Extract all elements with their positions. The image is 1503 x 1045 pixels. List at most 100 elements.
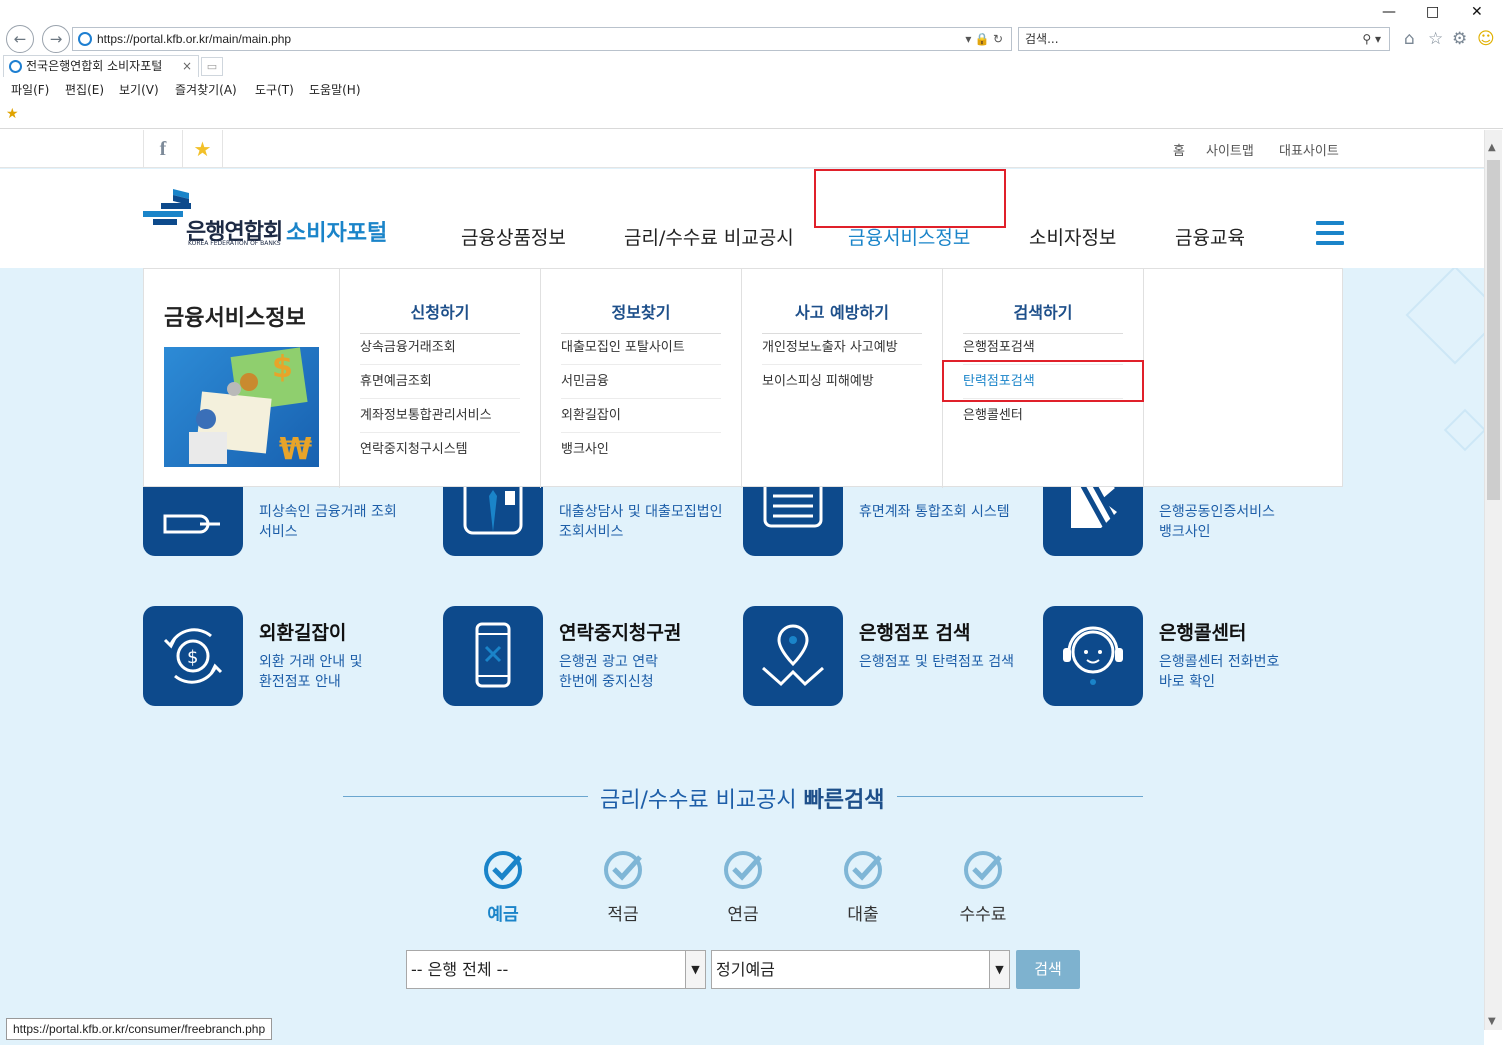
tile-title[interactable]: 연락중지청구권 bbox=[559, 618, 681, 645]
vertical-scrollbar[interactable]: ▲ ▼ bbox=[1484, 130, 1502, 1030]
mega-col-apply: 신청하기 상속금융거래조회 휴면예금조회 계좌정보통합관리서비스 연락중지청구시… bbox=[339, 269, 540, 488]
bank-select-value: -- 은행 전체 -- bbox=[411, 960, 509, 979]
product-select[interactable]: 정기예금 ▼ bbox=[711, 950, 1010, 989]
menu-item-low-income-finance[interactable]: 서민금융 bbox=[561, 365, 721, 399]
tile-desc: 환전점포 안내 bbox=[259, 674, 341, 690]
menu-item-privacy-exposure[interactable]: 개인정보노출자 사고예방 bbox=[762, 331, 922, 365]
chevron-down-icon[interactable]: ▼ bbox=[989, 951, 1009, 988]
bank-select[interactable]: -- 은행 전체 -- ▼ bbox=[406, 950, 706, 989]
tab-title: 전국은행연합회 소비자포털 bbox=[26, 59, 163, 73]
menu-tools[interactable]: 도구(T) bbox=[255, 81, 294, 98]
scroll-up-icon[interactable]: ▲ bbox=[1488, 142, 1496, 153]
home-icon[interactable]: ⌂ bbox=[1404, 29, 1415, 49]
selected-item-highlight-box bbox=[942, 360, 1144, 402]
tile-title[interactable]: 외환길잡이 bbox=[259, 618, 346, 645]
category-pension[interactable]: 연금 bbox=[703, 846, 783, 926]
gnb-rate-comparison[interactable]: 금리/수수료 비교공시 bbox=[624, 223, 794, 250]
tile-title[interactable]: 은행콜센터 bbox=[1159, 618, 1246, 645]
menu-favorites[interactable]: 즐겨찾기(A) bbox=[175, 81, 237, 98]
global-navigation: 은행연합회 KOREA FEDERATION OF BANKS 소비자포털 금융… bbox=[0, 169, 1484, 268]
maximize-icon[interactable]: □ bbox=[1426, 4, 1439, 20]
tile-desc: 은행권 광고 연락 bbox=[559, 654, 659, 670]
menu-item-contact-stop[interactable]: 연락중지청구시스템 bbox=[360, 433, 520, 467]
menu-item-loan-broker-portal[interactable]: 대출모집인 포탈사이트 bbox=[561, 331, 721, 365]
tile-desc: 대출상담사 및 대출모집법인 bbox=[559, 504, 723, 520]
status-bar-url: https://portal.kfb.or.kr/consumer/freebr… bbox=[6, 1018, 273, 1040]
logo-subtitle: KOREA FEDERATION OF BANKS bbox=[188, 240, 281, 247]
back-button[interactable]: ← bbox=[6, 25, 34, 53]
check-circle-icon bbox=[724, 851, 762, 889]
mega-col-heading: 정보찾기 bbox=[561, 299, 721, 334]
new-tab-button[interactable]: ▭ bbox=[201, 57, 223, 76]
mega-col-heading: 사고 예방하기 bbox=[762, 299, 922, 334]
browser-search-input[interactable]: 검색... ⚲ ▾ bbox=[1018, 27, 1390, 51]
add-favorite-icon[interactable]: ★ bbox=[6, 106, 19, 122]
svg-text:₩: ₩ bbox=[279, 432, 312, 467]
sitemap-link[interactable]: 사이트맵 bbox=[1206, 140, 1254, 159]
finance-illustration: $ ₩ bbox=[164, 347, 319, 467]
quick-search-title-prefix: 금리/수수료 비교공시 bbox=[600, 788, 804, 813]
forward-button[interactable]: → bbox=[42, 25, 70, 53]
mega-col-heading: 검색하기 bbox=[963, 299, 1123, 334]
menu-view[interactable]: 보기(V) bbox=[119, 81, 159, 98]
menu-item-banksign[interactable]: 뱅크사인 bbox=[561, 433, 721, 467]
favorites-star-icon[interactable]: ☆ bbox=[1428, 29, 1443, 49]
decor-diamond bbox=[1443, 408, 1484, 452]
menu-item-fx-guide[interactable]: 외환길잡이 bbox=[561, 399, 721, 433]
category-savings[interactable]: 적금 bbox=[583, 846, 663, 926]
top-strip: f ★ 홈 사이트맵 대표사이트 bbox=[0, 130, 1484, 168]
smiley-icon[interactable]: ☺ bbox=[1477, 29, 1495, 49]
gnb-consumer-info[interactable]: 소비자정보 bbox=[1029, 223, 1116, 250]
page-content: f ★ 홈 사이트맵 대표사이트 은행연합회 KOREA FEDERATION … bbox=[0, 130, 1484, 1045]
menu-item-account-info[interactable]: 계좌정보통합관리서비스 bbox=[360, 399, 520, 433]
gnb-financial-products[interactable]: 금융상품정보 bbox=[461, 223, 566, 250]
check-circle-icon bbox=[484, 851, 522, 889]
gnb-financial-education[interactable]: 금융교육 bbox=[1175, 223, 1245, 250]
star-icon[interactable]: ★ bbox=[183, 130, 223, 168]
category-label: 수수료 bbox=[959, 905, 1007, 925]
branch-search-tile[interactable] bbox=[743, 606, 843, 706]
scroll-down-icon[interactable]: ▼ bbox=[1488, 1016, 1496, 1027]
logo-portal-text[interactable]: 소비자포털 bbox=[286, 215, 387, 247]
address-tools-icon[interactable]: ▾ 🔒 ↻ bbox=[965, 28, 1003, 50]
close-icon[interactable]: ✕ bbox=[1471, 4, 1483, 20]
call-center-tile[interactable] bbox=[1043, 606, 1143, 706]
minimize-icon[interactable]: — bbox=[1382, 4, 1396, 20]
menu-item-voice-phishing[interactable]: 보이스피싱 피해예방 bbox=[762, 365, 922, 399]
address-bar[interactable]: https://portal.kfb.or.kr/main/main.php ▾… bbox=[72, 27, 1012, 51]
home-link[interactable]: 홈 bbox=[1173, 140, 1185, 159]
menu-file[interactable]: 파일(F) bbox=[11, 81, 49, 98]
menu-item-dormant-deposit[interactable]: 휴면예금조회 bbox=[360, 365, 520, 399]
category-deposit[interactable]: 예금 bbox=[463, 846, 543, 926]
main-site-link[interactable]: 대표사이트 bbox=[1279, 140, 1339, 159]
mega-menu-title: 금융서비스정보 bbox=[164, 306, 306, 331]
category-loan[interactable]: 대출 bbox=[823, 846, 903, 926]
fx-guide-tile[interactable]: $ bbox=[143, 606, 243, 706]
menu-item-inheritance-inquiry[interactable]: 상속금융거래조회 bbox=[360, 331, 520, 365]
menu-item-call-center[interactable]: 은행콜센터 bbox=[963, 399, 1123, 433]
quick-search-title: 금리/수수료 비교공시 빠른검색 bbox=[588, 782, 897, 814]
menu-help[interactable]: 도움말(H) bbox=[309, 81, 361, 98]
tile-desc: 서비스 bbox=[259, 524, 298, 540]
phone-block-icon bbox=[475, 622, 511, 688]
tab-close-icon[interactable]: × bbox=[182, 56, 192, 77]
gear-icon[interactable]: ⚙ bbox=[1452, 29, 1467, 49]
exchange-icon: $ bbox=[163, 628, 223, 684]
category-label: 예금 bbox=[487, 905, 519, 925]
category-label: 연금 bbox=[727, 905, 759, 925]
search-button[interactable]: 검색 bbox=[1016, 950, 1080, 989]
browser-tab[interactable]: 전국은행연합회 소비자포털 × bbox=[3, 55, 199, 77]
chevron-down-icon[interactable]: ▼ bbox=[685, 951, 705, 988]
hamburger-menu-icon[interactable] bbox=[1316, 221, 1344, 245]
facebook-icon[interactable]: f bbox=[143, 130, 183, 168]
search-icon[interactable]: ⚲ ▾ bbox=[1362, 28, 1381, 50]
mega-col-find-info: 정보찾기 대출모집인 포탈사이트 서민금융 외환길잡이 뱅크사인 bbox=[540, 269, 741, 488]
menu-edit[interactable]: 편집(E) bbox=[65, 81, 104, 98]
scroll-thumb[interactable] bbox=[1487, 160, 1500, 500]
ie-icon bbox=[78, 32, 92, 46]
tile-desc: 은행공동인증서비스 bbox=[1159, 504, 1275, 520]
contact-stop-tile[interactable] bbox=[443, 606, 543, 706]
mega-col-heading: 신청하기 bbox=[360, 299, 520, 334]
category-fees[interactable]: 수수료 bbox=[943, 846, 1023, 926]
tile-title[interactable]: 은행점포 검색 bbox=[859, 618, 971, 645]
